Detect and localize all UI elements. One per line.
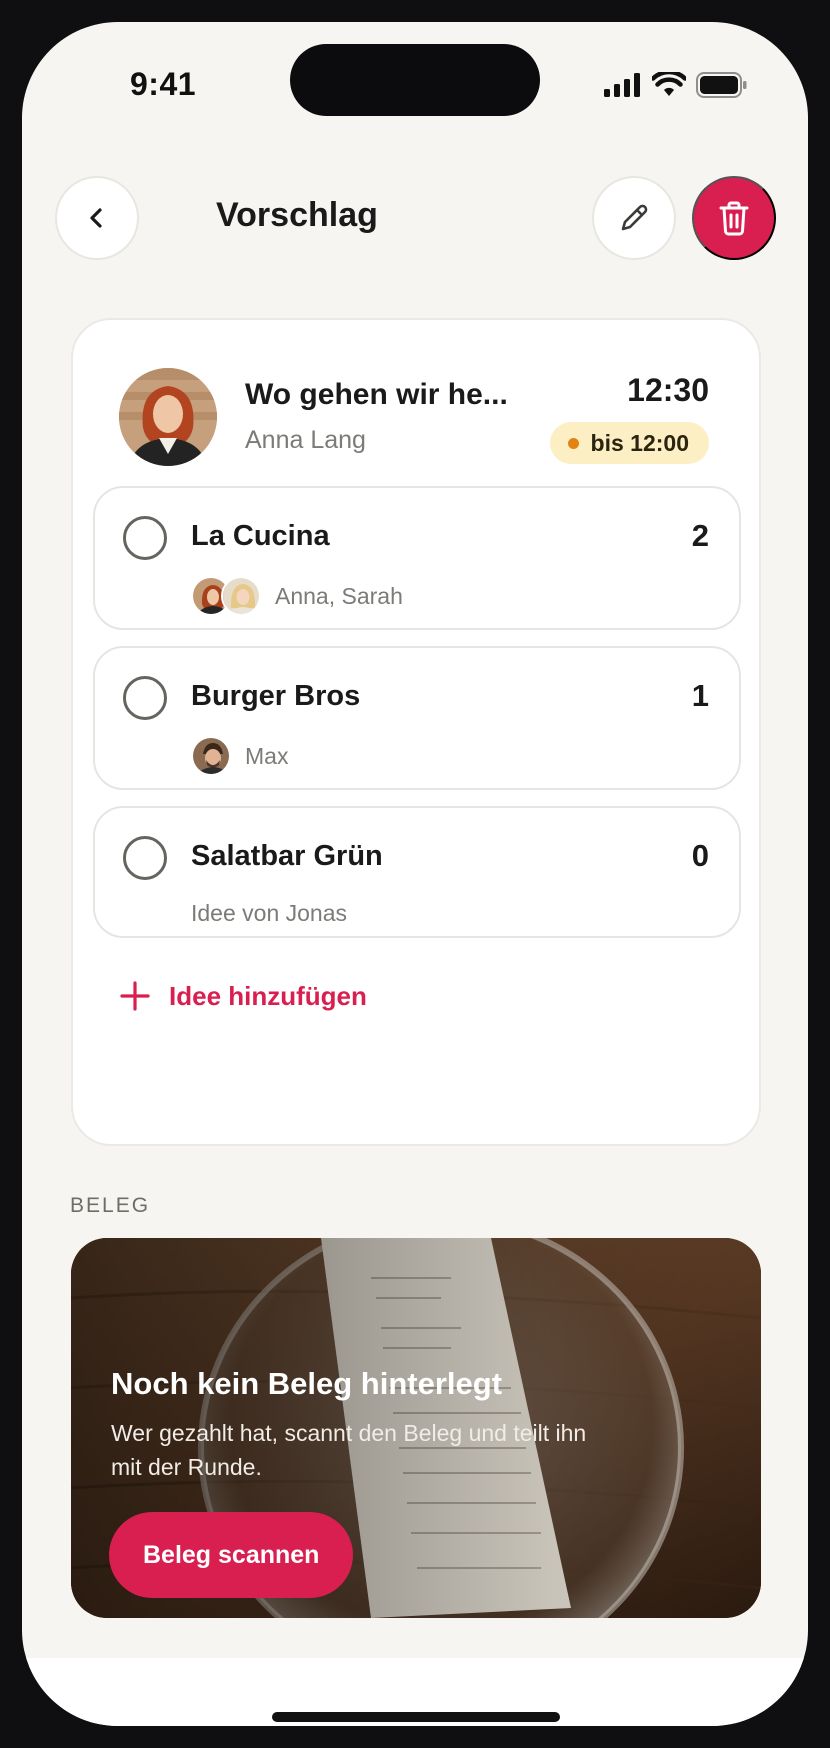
home-indicator[interactable] xyxy=(272,1712,560,1722)
vote-count: 2 xyxy=(691,518,709,553)
receipt-description: Wer gezahlt hat, scannt den Beleg und te… xyxy=(111,1420,587,1480)
avatar-photo-icon xyxy=(223,578,259,614)
poll-card: Wo gehen wir he... Anna Lang 12:30 bis 1… xyxy=(71,318,761,1146)
plus-icon xyxy=(120,981,150,1011)
vote-count: 1 xyxy=(691,678,709,713)
deadline-badge: bis 12:00 xyxy=(549,422,709,464)
scan-receipt-button[interactable]: Beleg scannen xyxy=(109,1512,354,1598)
avatar-photo-icon xyxy=(193,738,229,774)
avatar xyxy=(119,368,217,466)
voter-names: Anna, Sarah xyxy=(275,582,403,609)
poll-option-salatbar-gruen[interactable]: Salatbar Grün 0 Idee von Jonas xyxy=(93,806,741,938)
back-button[interactable] xyxy=(55,176,139,260)
deadline-dot-icon xyxy=(567,437,579,449)
avatar-photo-icon xyxy=(119,368,217,466)
radio-button[interactable] xyxy=(123,516,167,560)
idea-author: Idee von Jonas xyxy=(191,900,348,926)
wifi-icon xyxy=(652,72,686,96)
status-icons xyxy=(604,72,748,98)
poll-title: Wo gehen wir he... xyxy=(245,378,508,411)
voters: Anna, Sarah xyxy=(191,576,403,616)
radio-button[interactable] xyxy=(123,836,167,880)
poll-option-burger-bros[interactable]: Burger Bros 1 Max xyxy=(93,646,741,790)
voter-avatars xyxy=(191,736,231,776)
avatar-max xyxy=(191,736,231,776)
voters: Max xyxy=(191,736,288,776)
poll-author: Anna Lang xyxy=(245,426,366,454)
edit-button[interactable] xyxy=(592,176,676,260)
battery-icon xyxy=(696,72,747,98)
page-title: Vorschlag xyxy=(216,196,378,234)
radio-button[interactable] xyxy=(123,676,167,720)
poll-option-la-cucina[interactable]: La Cucina 2 Anna, Sarah xyxy=(93,486,741,630)
delete-button[interactable] xyxy=(692,176,776,260)
trash-icon xyxy=(719,201,749,236)
voter-names: Max xyxy=(245,742,289,769)
status-time: 9:41 xyxy=(130,66,197,102)
pencil-icon xyxy=(621,204,648,231)
cellular-signal-icon xyxy=(604,73,640,97)
add-idea-button[interactable]: Idee hinzufügen xyxy=(119,980,367,1012)
receipt-title: Noch kein Beleg hinterlegt xyxy=(111,1366,503,1401)
receipt-card: Noch kein Beleg hinterlegt Wer gezahlt h… xyxy=(71,1238,761,1618)
add-idea-label: Idee hinzufügen xyxy=(169,980,367,1011)
option-name: Burger Bros xyxy=(191,680,361,712)
poll-time: 12:30 xyxy=(627,372,709,408)
vote-count: 0 xyxy=(691,838,709,873)
chevron-left-icon xyxy=(90,208,102,228)
voter-avatars xyxy=(191,576,261,616)
section-label-receipt: BELEG xyxy=(70,1194,151,1217)
option-name: Salatbar Grün xyxy=(191,840,383,872)
dynamic-island xyxy=(290,44,540,116)
deadline-label: bis 12:00 xyxy=(590,429,689,456)
option-name: La Cucina xyxy=(191,520,330,552)
phone-screen: 9:41 Vorschlag Wo gehen wir he... Anna L… xyxy=(22,22,808,1726)
avatar-sarah xyxy=(221,576,261,616)
